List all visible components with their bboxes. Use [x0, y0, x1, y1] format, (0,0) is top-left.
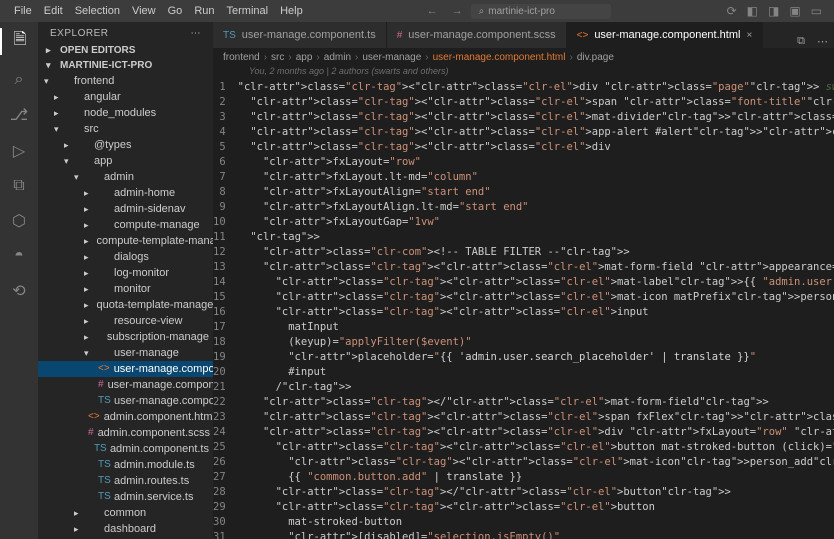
tree-admin.service.ts[interactable]: TSadmin.service.ts	[38, 489, 213, 505]
menu-help[interactable]: Help	[274, 3, 309, 19]
nav-back[interactable]: ←	[421, 5, 444, 17]
customize-icon[interactable]: ▭	[807, 4, 826, 18]
breadcrumb-item[interactable]: frontend	[223, 52, 260, 63]
menu-edit[interactable]: Edit	[38, 3, 69, 19]
layout-toggle-icon[interactable]: ⟳	[723, 4, 741, 18]
explorer-icon[interactable]: 🗎	[0, 28, 38, 55]
source-control-icon[interactable]: ⎇	[10, 105, 28, 125]
tree-monitor[interactable]: ▸monitor	[38, 281, 213, 297]
tree-app[interactable]: ▾app	[38, 153, 213, 169]
editor-area: TSuser-manage.component.ts#user-manage.c…	[213, 22, 834, 539]
layout-panel-icon[interactable]: ◨	[764, 4, 783, 18]
breadcrumb-item[interactable]: user-manage.component.html	[433, 52, 566, 63]
tree-node_modules[interactable]: ▸node_modules	[38, 105, 213, 121]
tree-resource-view[interactable]: ▸resource-view	[38, 313, 213, 329]
activity-bar: 🗎 ⌕ ⎇ ▷ ⧉ ⬡ ◓ ⟲	[0, 22, 38, 539]
tree-@types[interactable]: ▸@types	[38, 137, 213, 153]
breadcrumbs[interactable]: frontend›src›app›admin›user-manage›user-…	[213, 48, 834, 66]
breadcrumb-item[interactable]: div.page	[577, 52, 614, 63]
menu-file[interactable]: File	[8, 3, 38, 19]
remote-icon[interactable]: ⬡	[12, 211, 26, 231]
tree-common[interactable]: ▸common	[38, 505, 213, 521]
extensions-icon[interactable]: ⧉	[13, 177, 24, 195]
open-editors-section[interactable]: ▸OPEN EDITORS	[38, 43, 213, 58]
run-debug-icon[interactable]: ▷	[13, 141, 25, 161]
sidebar: EXPLORER ⋯ ▸OPEN EDITORS ▾MARTINIE-ICT-P…	[38, 22, 213, 539]
tree-frontend[interactable]: ▾frontend	[38, 73, 213, 89]
tree-user-manage.component.scss[interactable]: #user-manage.component.scss	[38, 377, 213, 393]
project-section[interactable]: ▾MARTINIE-ICT-PRO	[38, 58, 213, 73]
command-center-text: martinie-ict-pro	[488, 6, 555, 17]
tree-admin.component.scss[interactable]: #admin.component.scss	[38, 425, 213, 441]
menu-selection[interactable]: Selection	[69, 3, 126, 19]
menubar: FileEditSelectionViewGoRunTerminalHelp ←…	[0, 0, 834, 22]
tree-src[interactable]: ▾src	[38, 121, 213, 137]
tree-admin[interactable]: ▾admin	[38, 169, 213, 185]
close-icon[interactable]: ×	[746, 30, 752, 41]
tree-subscription-manage[interactable]: ▸subscription-manage	[38, 329, 213, 345]
breadcrumb-item[interactable]: user-manage	[362, 52, 421, 63]
line-number-gutter: 1234567891011121314151617181920212223242…	[213, 80, 234, 539]
tree-compute-template-manage[interactable]: ▸compute-template-manage	[38, 233, 213, 249]
tab-user-manage.component.html[interactable]: <>user-manage.component.html×	[567, 22, 764, 48]
menu-view[interactable]: View	[126, 3, 162, 19]
tab-user-manage.component.scss[interactable]: #user-manage.component.scss	[387, 22, 567, 48]
tree-admin.component.html[interactable]: <>admin.component.html	[38, 409, 213, 425]
layout-right-icon[interactable]: ▣	[785, 4, 804, 18]
sidebar-title: EXPLORER	[50, 28, 108, 39]
tab-bar: TSuser-manage.component.ts#user-manage.c…	[213, 22, 834, 48]
breadcrumb-item[interactable]: src	[271, 52, 284, 63]
tab-user-manage.component.ts[interactable]: TSuser-manage.component.ts	[213, 22, 387, 48]
layout-sidebar-icon[interactable]: ◧	[743, 4, 762, 18]
tree-admin.component.ts[interactable]: TSadmin.component.ts	[38, 441, 213, 457]
search-icon[interactable]: ⌕	[15, 71, 24, 89]
tree-user-manage[interactable]: ▾user-manage	[38, 345, 213, 361]
tree-user-manage.component.ts[interactable]: TSuser-manage.component.ts	[38, 393, 213, 409]
tree-admin.module.ts[interactable]: TSadmin.module.ts	[38, 457, 213, 473]
tab-more-icon[interactable]: ⋯	[811, 35, 834, 48]
tree-log-monitor[interactable]: ▸log-monitor	[38, 265, 213, 281]
tree-admin.routes.ts[interactable]: TSadmin.routes.ts	[38, 473, 213, 489]
live-share-icon[interactable]: ⟲	[12, 281, 25, 301]
tree-dashboard[interactable]: ▸dashboard	[38, 521, 213, 537]
nav-fwd[interactable]: →	[446, 5, 469, 17]
split-editor-icon[interactable]: ⧉	[791, 35, 811, 48]
code-lines[interactable]: "clr-attr">class="clr-tag"><"clr-attr">c…	[234, 80, 834, 539]
command-center[interactable]: ⌕ martinie-ict-pro	[471, 4, 611, 19]
tree-user-manage.component.html[interactable]: <>user-manage.component.html	[38, 361, 213, 377]
tree-dialogs[interactable]: ▸dialogs	[38, 249, 213, 265]
menu-terminal[interactable]: Terminal	[221, 3, 275, 19]
menu-run[interactable]: Run	[188, 3, 220, 19]
docker-icon[interactable]: ◓	[14, 247, 24, 265]
tree-compute-manage[interactable]: ▸compute-manage	[38, 217, 213, 233]
tree-quota-template-manage[interactable]: ▸quota-template-manage	[38, 297, 213, 313]
tree-admin-home[interactable]: ▸admin-home	[38, 185, 213, 201]
tree-angular[interactable]: ▸angular	[38, 89, 213, 105]
search-icon: ⌕	[479, 6, 485, 17]
menu-go[interactable]: Go	[162, 3, 189, 19]
breadcrumb-item[interactable]: admin	[324, 52, 351, 63]
git-blame-header: You, 2 months ago | 2 authors (swarts an…	[213, 66, 834, 80]
breadcrumb-item[interactable]: app	[296, 52, 313, 63]
tree-admin-sidenav[interactable]: ▸admin-sidenav	[38, 201, 213, 217]
sidebar-more-icon[interactable]: ⋯	[191, 28, 202, 39]
